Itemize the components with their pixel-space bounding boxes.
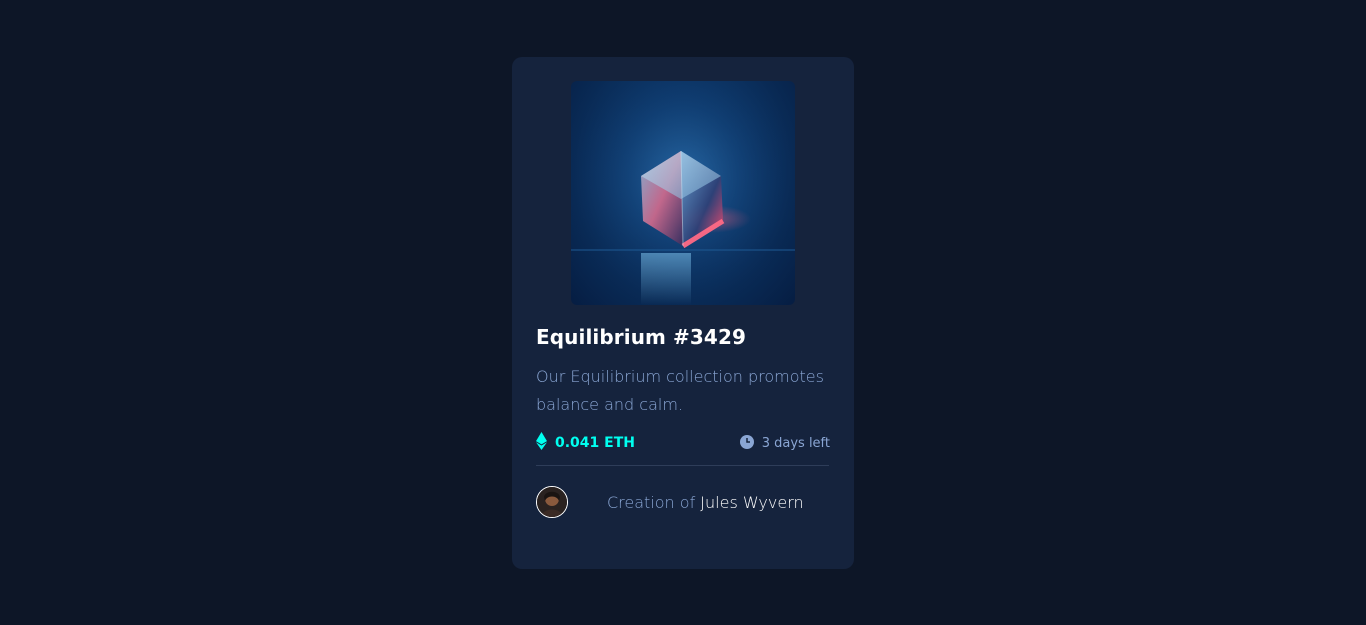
nft-image[interactable] <box>571 81 795 305</box>
creator-name-link[interactable]: Jules Wyvern <box>700 493 803 512</box>
clock-icon <box>739 434 754 453</box>
nft-stats: 0.041 ETH 3 days left <box>536 432 830 454</box>
avatar <box>536 486 568 518</box>
nft-card: Equilibrium #3429 Our Equilibrium collec… <box>512 57 854 569</box>
nft-title[interactable]: Equilibrium #3429 <box>536 325 746 349</box>
creator-row: Creation of Jules Wyvern <box>536 485 830 519</box>
time-left-value: 3 days left <box>761 435 830 451</box>
nft-description: Our Equilibrium collection promotes bala… <box>536 367 824 414</box>
creator-prefix: Creation of <box>607 492 696 512</box>
creator-line: Creation of Jules Wyvern <box>607 493 804 512</box>
price-group: 0.041 ETH <box>536 432 635 454</box>
ethereum-icon <box>536 432 547 454</box>
cube-illustration <box>571 81 795 305</box>
price-value: 0.041 ETH <box>555 435 635 451</box>
time-group: 3 days left <box>739 434 830 453</box>
divider <box>536 465 829 466</box>
